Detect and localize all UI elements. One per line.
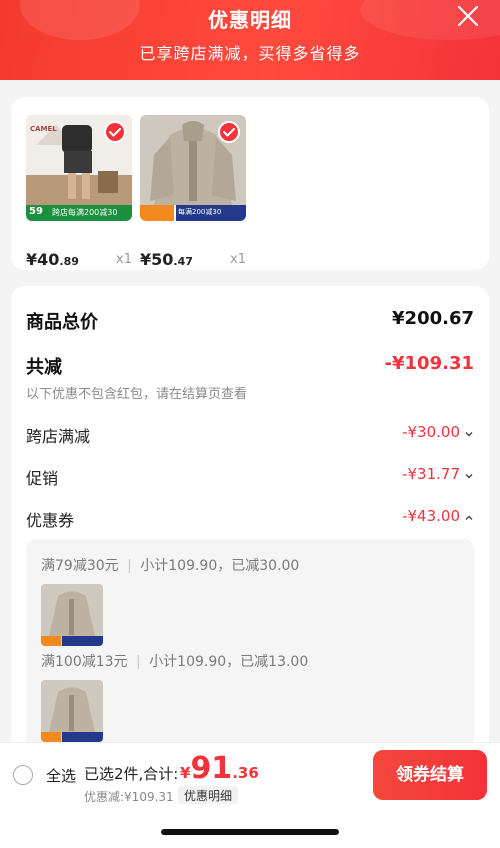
- check-icon: [223, 128, 235, 137]
- close-icon: [457, 5, 479, 27]
- checkout-button[interactable]: 领券结算: [373, 750, 487, 800]
- coupon-rule: 满100减13元: [41, 654, 128, 670]
- chevron-down-icon[interactable]: [464, 429, 474, 439]
- product-photo: [41, 584, 103, 646]
- header: 优惠明细 已享跨店满减，买得多省得多: [0, 0, 500, 80]
- product-qty: x1: [230, 252, 246, 267]
- product-item[interactable]: CAMEL 59 跨店每满200减30 ¥40.89 x1: [26, 115, 132, 269]
- product-image[interactable]: 每满200减30: [140, 115, 246, 221]
- total-integer: 91: [190, 751, 233, 786]
- discount-note: 以下优惠不包含红包，请在结算页查看: [26, 387, 248, 402]
- coupon-rule: 满79减30元: [41, 558, 119, 574]
- promo-banner: 每满200减30: [140, 205, 246, 221]
- discount-label: 跨店满减: [26, 427, 91, 446]
- discount-value: -¥31.77: [402, 465, 460, 483]
- selected-check[interactable]: [104, 121, 126, 143]
- selected-check[interactable]: [218, 121, 240, 143]
- product-price: ¥50.47: [140, 250, 193, 269]
- coupon-product-thumb[interactable]: [41, 680, 103, 742]
- promo-price: 59: [29, 206, 43, 217]
- checkout-bar: 全选 已选2件,合计: ¥91.36 优惠减:¥109.31 优惠明细 领券结算: [0, 742, 500, 805]
- home-indicator[interactable]: [161, 829, 339, 835]
- coupon-product-thumb[interactable]: [41, 584, 103, 646]
- discount-summary: 优惠减:¥109.31: [84, 790, 174, 804]
- price-main: ¥50: [140, 250, 174, 269]
- total-currency: ¥: [180, 764, 191, 782]
- discount-label: 优惠券: [26, 511, 75, 530]
- close-button[interactable]: [456, 4, 480, 28]
- product-item[interactable]: 每满200减30 ¥50.47 x1: [140, 115, 246, 269]
- coupon-line: 满79减30元 | 小计109.90，已减30.00: [41, 555, 299, 575]
- promo-text: 每满200减30: [178, 208, 222, 216]
- total-reduce-row: 共减 -¥109.31: [26, 353, 474, 379]
- safe-area: [0, 804, 500, 848]
- total-amount: ¥91.36: [180, 751, 259, 786]
- price-decimal: .89: [59, 255, 79, 268]
- discount-label: 促销: [26, 469, 59, 488]
- discount-row-cross-store[interactable]: 跨店满减 -¥30.00: [26, 423, 474, 447]
- total-price-value: ¥200.67: [392, 308, 474, 329]
- total-price-row: 商品总价 ¥200.67: [26, 308, 474, 334]
- total-price-label: 商品总价: [26, 312, 98, 333]
- divider: |: [136, 654, 141, 670]
- price-decimal: .47: [173, 255, 193, 268]
- coupon-detail: 小计109.90，已减30.00: [140, 558, 300, 574]
- promo-banner: 59 跨店每满200减30: [26, 205, 132, 221]
- discount-row-promotion[interactable]: 促销 -¥31.77: [26, 465, 474, 489]
- total-decimal: .36: [232, 764, 259, 782]
- total-reduce-value: -¥109.31: [384, 353, 474, 374]
- discount-detail-chip[interactable]: 优惠明细: [178, 786, 239, 805]
- page-subtitle: 已享跨店满减，买得多省得多: [139, 44, 361, 63]
- discount-value: -¥43.00: [402, 507, 460, 525]
- product-qty: x1: [116, 252, 132, 267]
- coupon-detail: 小计109.90，已减13.00: [149, 654, 309, 670]
- products-card: CAMEL 59 跨店每满200减30 ¥40.89 x1 每满200减30 ¥…: [11, 97, 489, 270]
- page-title: 优惠明细: [208, 8, 292, 32]
- svg-text:CAMEL: CAMEL: [30, 125, 57, 133]
- chevron-down-icon[interactable]: [464, 471, 474, 481]
- price-main: ¥40: [26, 250, 60, 269]
- product-photo: [41, 680, 103, 742]
- coupon-line: 满100减13元 | 小计109.90，已减13.00: [41, 651, 308, 671]
- promo-text: 跨店每满200减30: [52, 208, 118, 217]
- discount-value: -¥30.00: [402, 423, 460, 441]
- select-all-radio[interactable]: [13, 765, 33, 785]
- discount-detail-card: 商品总价 ¥200.67 共减 -¥109.31 以下优惠不包含红包，请在结算页…: [11, 286, 489, 806]
- total-reduce-label: 共减: [26, 357, 62, 378]
- chevron-up-icon[interactable]: [464, 513, 474, 523]
- divider: |: [127, 558, 132, 574]
- check-icon: [109, 128, 121, 137]
- product-price: ¥40.89: [26, 250, 79, 269]
- selected-count-text: 已选2件,合计:: [84, 765, 179, 783]
- discount-row-coupon[interactable]: 优惠券 -¥43.00: [26, 507, 474, 531]
- select-all-label[interactable]: 全选: [46, 765, 76, 786]
- promo-tag: [140, 205, 174, 221]
- product-image[interactable]: CAMEL 59 跨店每满200减30: [26, 115, 132, 221]
